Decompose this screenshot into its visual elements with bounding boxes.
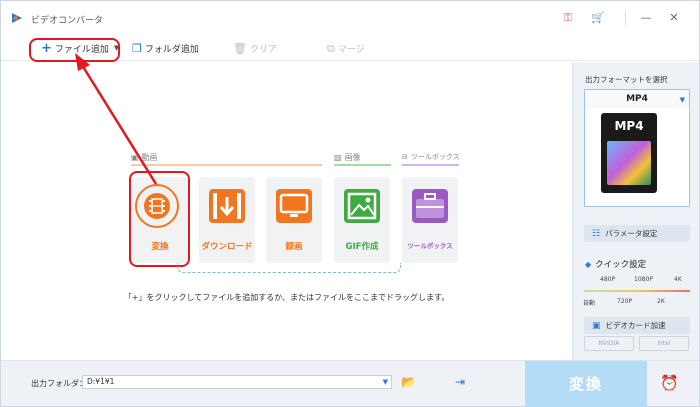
category-image-line (334, 164, 391, 166)
quality-2k[interactable]: 2K (657, 298, 665, 305)
alarm-clock-icon[interactable]: ⏰ (660, 374, 679, 392)
gpu-accel-label: ビデオカード加速 (605, 321, 666, 330)
app-window: ビデオコンバータ ⚿ 🛒 — ✕ + ファイル追加 ▼ ❐ フォルダ追加 🗑 ク… (0, 0, 700, 407)
output-folder-path: D:¥1¥1 (87, 377, 115, 386)
title-separator (625, 11, 626, 25)
close-icon[interactable]: ✕ (665, 10, 683, 26)
tile-gif[interactable]: GIF作成 (334, 177, 390, 263)
quick-settings-label: クイック設定 (595, 260, 647, 270)
tile-record-label: 録画 (285, 242, 303, 252)
drop-hint: 「+」をクリックしてファイルを追加するか、またはファイルをここまでドラッグします… (123, 293, 450, 302)
format-thumbnail: MP4 (601, 113, 657, 193)
trash-icon: 🗑 (233, 41, 247, 55)
tile-toolbox-label: ツールボックス (407, 242, 453, 250)
quality-720p[interactable]: 720P (617, 298, 632, 305)
category-video-line (131, 164, 322, 166)
format-name: MP4 (585, 90, 689, 108)
open-folder-icon[interactable]: 📂 (401, 375, 416, 389)
quality-1080p[interactable]: 1080P (634, 276, 653, 283)
quality-auto[interactable]: 自動 (583, 298, 595, 307)
app-logo-icon (12, 13, 22, 23)
balloon-art (607, 141, 651, 185)
bottom-bar: 出力フォルダ： D:¥1¥1 ▼ 📂 ⇥ 変換 ⏰ (1, 360, 699, 407)
quick-settings-icon: ◆ (585, 259, 592, 269)
convert-button[interactable]: 変換 (525, 361, 647, 407)
format-selector[interactable]: MP4 ▼ MP4 (584, 89, 690, 207)
sliders-icon: ☷ (592, 228, 601, 239)
parameter-settings-button[interactable]: ☷ パラメータ設定 (584, 225, 690, 242)
category-image-label: 画像 (344, 153, 361, 162)
category-toolbox-line (402, 164, 459, 166)
cart-icon[interactable]: 🛒 (591, 11, 605, 25)
tile-toolbox[interactable]: ツールボックス (402, 177, 458, 263)
format-thumb-label: MP4 (614, 119, 644, 133)
tile-download-label: ダウンロード (201, 242, 253, 252)
screen-record-icon (276, 189, 312, 223)
folder-icon: ❐ (132, 41, 142, 55)
toolbox-icon (412, 189, 448, 223)
tile-record[interactable]: 録画 (266, 177, 322, 263)
chevron-down-icon[interactable]: ▼ (383, 376, 388, 388)
intel-badge: Intel (639, 336, 689, 351)
dashed-guide (177, 263, 401, 273)
gpu-accel-button[interactable]: ▣ ビデオカード加速 (584, 317, 690, 334)
film-small-icon: ▣ (131, 153, 139, 162)
right-panel: 出力フォーマットを選択 MP4 ▼ MP4 ☷ パラメータ設定 ◆ クイック設定… (572, 62, 699, 360)
category-toolbox-label: ツールボックス (410, 153, 460, 161)
nvidia-badge: NVIDIA (584, 336, 634, 351)
tile-gif-label: GIF作成 (345, 242, 379, 252)
image-icon (344, 189, 380, 223)
output-format-title: 出力フォーマットを選択 (585, 75, 668, 84)
category-video: ▣ 動画 (131, 152, 158, 163)
category-image: ▧ 画像 (334, 152, 361, 163)
quality-480p[interactable]: 480P (600, 276, 615, 283)
add-file-highlight (29, 38, 120, 62)
key-icon[interactable]: ⚿ (561, 11, 575, 25)
category-toolbox: ⊟ ツールボックス (402, 152, 460, 162)
clear-label: クリア (249, 44, 277, 55)
download-icon (209, 189, 245, 223)
parameter-settings-label: パラメータ設定 (605, 229, 658, 238)
quality-4k[interactable]: 4K (674, 276, 682, 283)
minimize-icon[interactable]: — (637, 10, 655, 26)
quick-settings: ◆ クイック設定 (585, 258, 647, 271)
merge-button[interactable]: ⧉ マージ (327, 41, 365, 55)
output-folder-label: 出力フォルダ： (31, 379, 87, 388)
tile-download[interactable]: ダウンロード (199, 177, 255, 263)
picture-small-icon: ▧ (334, 153, 342, 162)
add-folder-label: フォルダ追加 (144, 44, 199, 55)
convert-highlight (129, 171, 190, 267)
title-bar: ビデオコンバータ ⚿ 🛒 — ✕ (1, 1, 699, 35)
clear-button[interactable]: 🗑 クリア (233, 41, 277, 55)
chip-icon: ▣ (592, 320, 601, 331)
quality-slider[interactable] (584, 290, 690, 292)
app-title: ビデオコンバータ (31, 16, 104, 26)
toolbox-small-icon: ⊟ (402, 153, 408, 161)
chevron-down-icon[interactable]: ▼ (680, 96, 685, 104)
merge-label: マージ (337, 44, 365, 55)
merge-icon: ⧉ (327, 41, 335, 55)
category-video-label: 動画 (141, 153, 158, 162)
output-folder-field[interactable]: D:¥1¥1 ▼ (82, 375, 392, 389)
export-folder-icon[interactable]: ⇥ (455, 375, 465, 389)
add-folder-button[interactable]: ❐ フォルダ追加 (132, 41, 199, 55)
